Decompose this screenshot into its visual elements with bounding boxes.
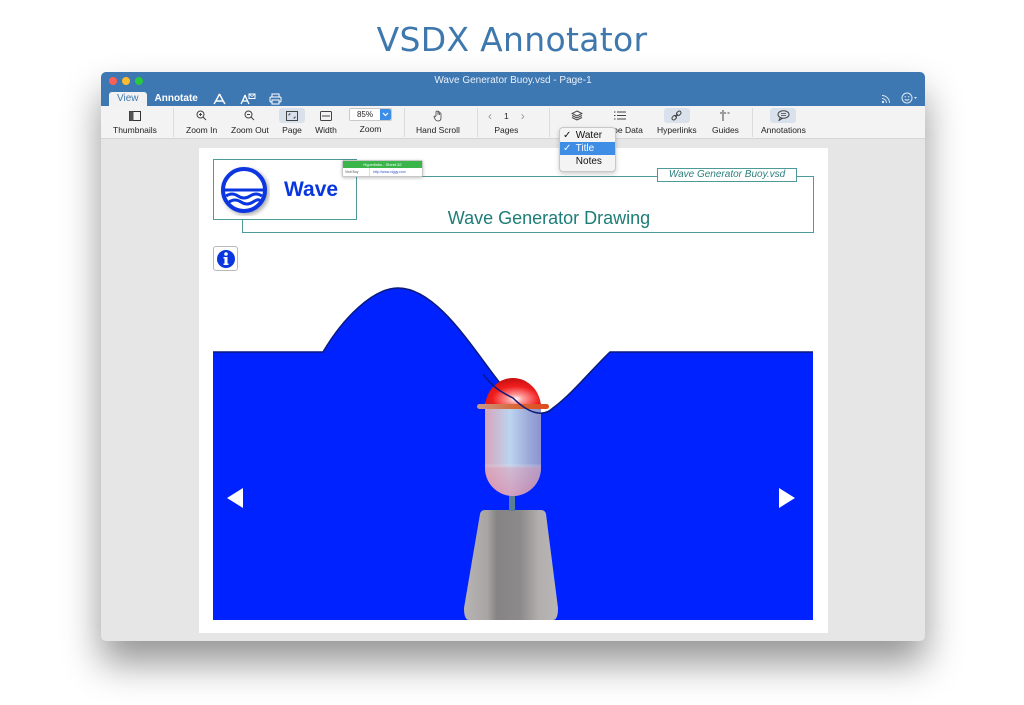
checkmark-icon: ✓ bbox=[563, 143, 572, 154]
document-page: Wave Generator Buoy.vsd Wave Generator D… bbox=[199, 148, 828, 633]
guides-icon bbox=[714, 108, 736, 123]
tooltip-link-url[interactable]: http://www.viggy.com bbox=[370, 168, 406, 176]
previous-page-button[interactable]: ‹ bbox=[488, 109, 492, 123]
link-icon bbox=[663, 108, 690, 123]
hyperlink-tooltip: Hyperlinks - Sheet.32 Visit Buy http://w… bbox=[342, 160, 423, 177]
layers-dropdown-menu: ✓ Water ✓ Title Notes bbox=[559, 127, 616, 172]
checkmark-icon: ✓ bbox=[563, 130, 572, 141]
fit-width-button[interactable]: Width bbox=[315, 108, 337, 137]
wave-scene bbox=[213, 287, 813, 620]
app-marketing-title: VSDX Annotator bbox=[376, 20, 648, 59]
acrobat-icon[interactable] bbox=[206, 92, 234, 106]
tab-view[interactable]: View bbox=[109, 92, 147, 106]
tooltip-link-name: Visit Buy bbox=[343, 168, 370, 176]
hyperlinks-button[interactable]: Hyperlinks bbox=[657, 108, 697, 137]
info-button[interactable] bbox=[213, 246, 238, 271]
thumbnails-button[interactable]: Thumbnails bbox=[113, 108, 157, 137]
tab-bar: View Annotate bbox=[109, 92, 290, 106]
logo-text: Wave bbox=[284, 178, 339, 201]
tab-annotate[interactable]: Annotate bbox=[147, 92, 206, 106]
acrobat-mail-icon[interactable] bbox=[234, 92, 262, 106]
logo-block: Wave bbox=[213, 159, 357, 220]
filename-label: Wave Generator Buoy.vsd bbox=[657, 168, 797, 182]
page-number[interactable]: 1 bbox=[504, 111, 509, 121]
annotations-button[interactable]: Annotations bbox=[761, 108, 806, 137]
wave-logo-icon bbox=[221, 167, 267, 213]
info-icon bbox=[216, 249, 235, 268]
zoom-in-button[interactable]: Zoom In bbox=[186, 108, 217, 137]
layer-item-notes[interactable]: Notes bbox=[560, 155, 615, 168]
zoom-value: 85% bbox=[356, 110, 373, 119]
toolbar-divider bbox=[404, 108, 405, 137]
pages-navigator: ‹ 1 › Pages bbox=[488, 108, 525, 136]
fit-page-button[interactable]: Page bbox=[279, 108, 305, 137]
buoy-ring bbox=[477, 404, 549, 409]
layers-icon bbox=[566, 108, 588, 123]
drawing-title: Wave Generator Drawing bbox=[447, 208, 651, 228]
fit-width-icon bbox=[315, 108, 337, 123]
next-page-button[interactable]: › bbox=[521, 109, 525, 123]
fit-page-icon bbox=[279, 108, 305, 123]
speech-bubble-icon bbox=[770, 108, 797, 123]
app-window: Wave Generator Buoy.vsd - Page-1 View An… bbox=[101, 72, 925, 641]
window-title: Wave Generator Buoy.vsd - Page-1 bbox=[434, 75, 592, 86]
thumbnails-icon bbox=[124, 108, 146, 123]
zoom-select[interactable]: 85% bbox=[349, 108, 392, 121]
buoy-base bbox=[464, 510, 558, 620]
title-bar: Wave Generator Buoy.vsd - Page-1 View An… bbox=[101, 72, 925, 106]
toolbar: Thumbnails Zoom In Zoom Out Page Width 8… bbox=[101, 106, 925, 139]
hand-scroll-button[interactable]: Hand Scroll bbox=[416, 108, 460, 137]
zoom-out-button[interactable]: Zoom Out bbox=[231, 108, 269, 137]
toolbar-divider bbox=[549, 108, 550, 137]
zoom-in-icon bbox=[191, 108, 213, 123]
hand-icon bbox=[427, 108, 449, 123]
guides-button[interactable]: Guides bbox=[712, 108, 739, 137]
layer-item-water[interactable]: ✓ Water bbox=[560, 129, 615, 142]
zoom-control: 85% Zoom bbox=[349, 108, 392, 137]
layer-item-title[interactable]: ✓ Title bbox=[560, 142, 615, 155]
toolbar-divider bbox=[173, 108, 174, 137]
list-icon bbox=[609, 108, 631, 123]
toolbar-divider bbox=[477, 108, 478, 137]
buoy-body-shade bbox=[485, 403, 541, 496]
tooltip-header: Hyperlinks - Sheet.32 bbox=[343, 161, 422, 168]
print-icon[interactable] bbox=[262, 92, 290, 106]
zoom-out-icon bbox=[239, 108, 261, 123]
toolbar-divider bbox=[752, 108, 753, 137]
chevron-down-icon[interactable] bbox=[380, 109, 391, 120]
